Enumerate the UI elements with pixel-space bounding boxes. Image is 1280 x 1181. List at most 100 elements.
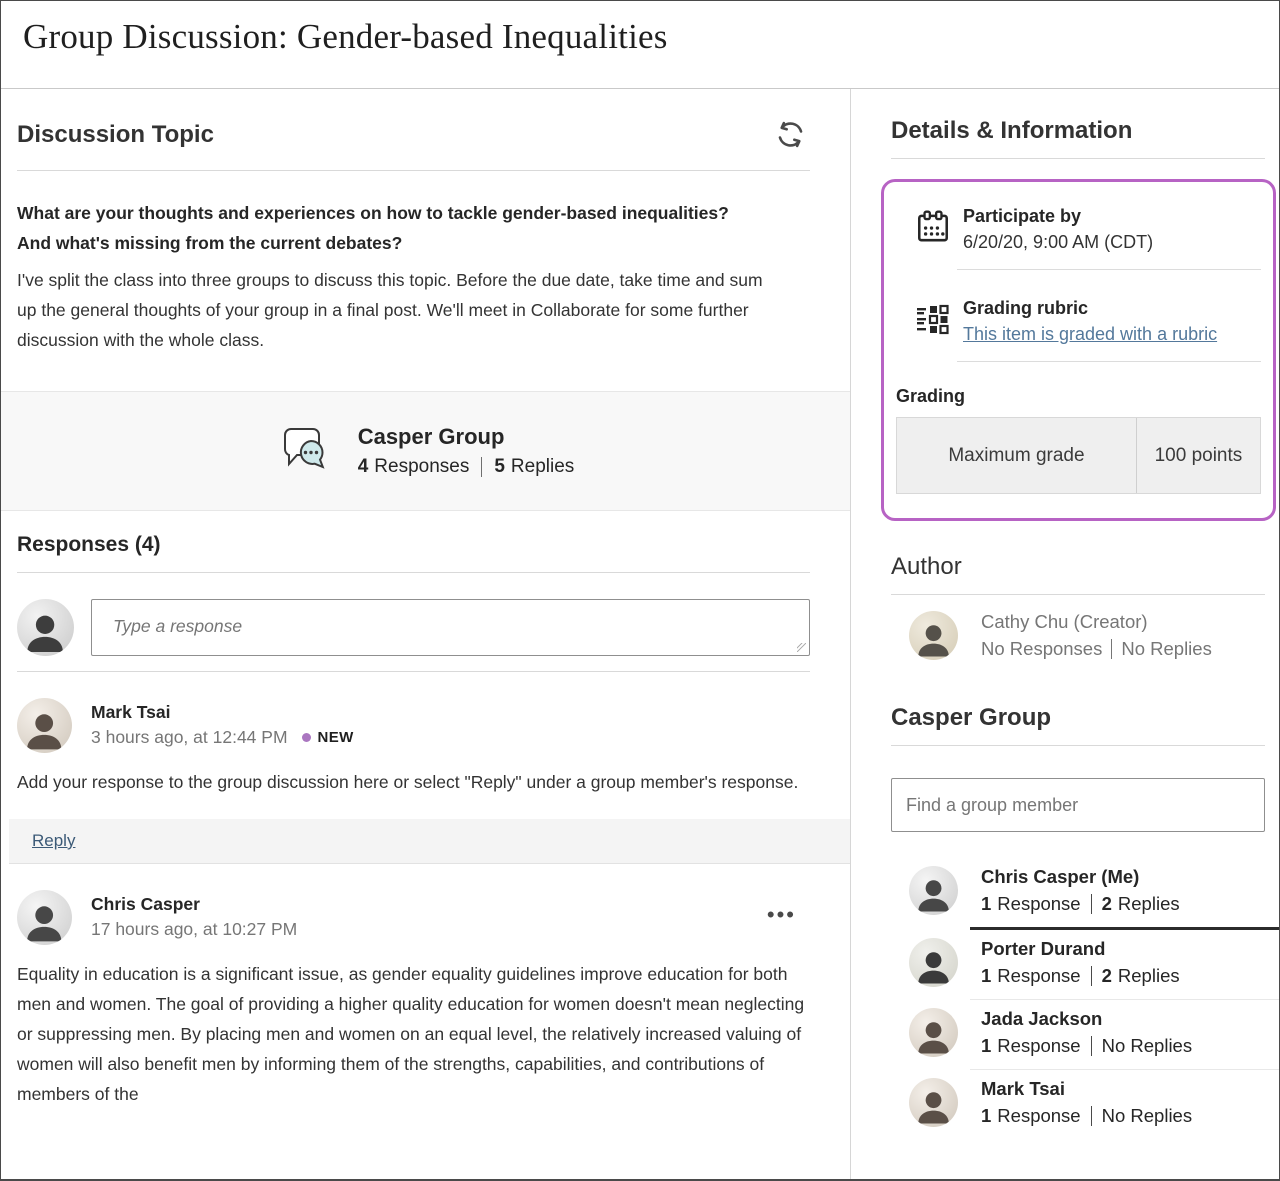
member-replies-label: Replies <box>1118 965 1180 987</box>
member-stats: 1 Response No Replies <box>981 1105 1192 1127</box>
refresh-button[interactable] <box>771 115 810 154</box>
member-stats: 1 Response No Replies <box>981 1035 1192 1057</box>
member-name: Chris Casper (Me) <box>981 866 1180 888</box>
divider <box>1091 1036 1092 1056</box>
responses-section: Responses (4) <box>1 511 850 1109</box>
post-mark-tsai: Mark Tsai 3 hours ago, at 12:44 PM NEW A… <box>17 698 810 864</box>
details-heading: Details & Information <box>891 117 1265 145</box>
member-responses-count: 1 <box>981 1035 991 1057</box>
post-chris-casper: Chris Casper 17 hours ago, at 10:27 PM •… <box>17 890 810 1109</box>
participate-by-text: Participate by 6/20/20, 9:00 AM (CDT) <box>963 206 1153 253</box>
reply-link[interactable]: Reply <box>32 831 75 851</box>
topic-body: I've split the class into three groups t… <box>17 265 779 355</box>
group-banner-text: Casper Group 4 Responses 5 Replies <box>358 424 575 478</box>
member-replies-label: No Replies <box>1102 1105 1193 1127</box>
grading-rubric-text: Grading rubric This item is graded with … <box>963 298 1217 345</box>
author-name: Cathy Chu (Creator) <box>981 611 1212 633</box>
divider <box>1111 639 1112 659</box>
member-row-mark-tsai: Mark Tsai 1 Response No Replies <box>891 1070 1265 1139</box>
page-title: Group Discussion: Gender-based Inequalit… <box>23 17 1255 57</box>
avatar-jada-jackson <box>909 1008 958 1057</box>
group-member-list: Chris Casper (Me) 1 Response 2 Replies <box>891 858 1265 1139</box>
refresh-icon <box>773 140 808 155</box>
avatar-chris-casper <box>17 890 72 945</box>
avatar-chris-casper-small <box>909 866 958 915</box>
divider <box>891 594 1265 595</box>
divider <box>17 671 810 672</box>
reply-bar: Reply <box>9 819 850 864</box>
divider <box>1091 894 1092 914</box>
rubric-link[interactable]: This item is graded with a rubric <box>963 324 1217 345</box>
divider <box>17 572 810 573</box>
member-responses-label: Response <box>997 1105 1080 1127</box>
participate-by-value: 6/20/20, 9:00 AM (CDT) <box>963 232 1153 253</box>
member-responses-label: Response <box>997 965 1080 987</box>
responses-count: 4 <box>358 456 369 478</box>
page: Group Discussion: Gender-based Inequalit… <box>0 0 1280 1181</box>
new-badge: NEW <box>318 729 354 746</box>
group-banner: Casper Group 4 Responses 5 Replies <box>1 391 850 511</box>
participate-by-row: Participate by 6/20/20, 9:00 AM (CDT) <box>884 196 1273 261</box>
replies-count: 5 <box>494 456 505 478</box>
post-timestamp: 3 hours ago, at 12:44 PM <box>91 727 288 748</box>
rubric-icon <box>914 298 954 345</box>
grading-heading: Grading <box>896 386 1273 407</box>
discussion-column: Discussion Topic What are yo <box>1 89 851 1181</box>
author-info: Cathy Chu (Creator) No Responses No Repl… <box>981 611 1212 660</box>
post-author: Chris Casper <box>91 894 738 915</box>
member-row-porter-durand: Porter Durand 1 Response 2 Replies <box>891 930 1265 999</box>
post-author: Mark Tsai <box>91 702 810 723</box>
member-responses-label: Response <box>997 1035 1080 1057</box>
find-group-member-input[interactable] <box>891 778 1265 832</box>
avatar-cathy-chu <box>909 611 958 660</box>
member-name: Mark Tsai <box>981 1078 1192 1100</box>
member-responses-label: Response <box>997 893 1080 915</box>
member-replies-label: Replies <box>1118 893 1180 915</box>
page-header: Group Discussion: Gender-based Inequalit… <box>1 1 1279 89</box>
group-members-heading: Casper Group <box>891 704 1265 732</box>
grading-rubric-label: Grading rubric <box>963 298 1217 319</box>
replies-label: Replies <box>511 456 574 478</box>
details-highlight-box: Participate by 6/20/20, 9:00 AM (CDT) <box>881 179 1276 521</box>
group-banner-stats: 4 Responses 5 Replies <box>358 456 575 478</box>
ellipsis-icon: ••• <box>767 902 796 927</box>
divider <box>1091 966 1092 986</box>
calendar-icon <box>914 206 954 253</box>
member-replies-count: 2 <box>1102 965 1112 987</box>
member-stats: 1 Response 2 Replies <box>981 965 1180 987</box>
post-options-button[interactable]: ••• <box>757 896 806 934</box>
grading-rubric-row: Grading rubric This item is graded with … <box>884 270 1273 353</box>
responses-label: Responses <box>374 456 469 478</box>
avatar-mark-tsai <box>17 698 72 753</box>
member-responses-count: 1 <box>981 965 991 987</box>
member-responses-count: 1 <box>981 1105 991 1127</box>
divider <box>957 361 1261 362</box>
new-dot-icon <box>302 733 311 742</box>
divider <box>891 158 1265 159</box>
divider <box>17 170 810 171</box>
member-responses-count: 1 <box>981 893 991 915</box>
response-composer <box>17 599 810 656</box>
group-banner-name: Casper Group <box>358 424 575 450</box>
participate-by-label: Participate by <box>963 206 1153 227</box>
details-column: Details & Information <box>851 89 1279 1181</box>
response-input[interactable] <box>91 599 810 656</box>
divider <box>1091 1106 1092 1126</box>
member-row-chris-casper: Chris Casper (Me) 1 Response 2 Replies <box>891 858 1265 927</box>
avatar-mark-tsai-small <box>909 1078 958 1127</box>
discussion-topic-heading: Discussion Topic <box>17 121 214 149</box>
member-name: Jada Jackson <box>981 1008 1192 1030</box>
max-grade-value: 100 points <box>1136 418 1260 493</box>
member-replies-label: No Replies <box>1102 1035 1193 1057</box>
topic-question: What are your thoughts and experiences o… <box>17 198 762 258</box>
author-responses: No Responses <box>981 638 1102 660</box>
post-body: Add your response to the group discussio… <box>17 767 807 797</box>
chat-bubbles-icon <box>277 421 331 482</box>
divider <box>481 457 482 477</box>
member-replies-count: 2 <box>1102 893 1112 915</box>
discussion-topic-section: Discussion Topic What are yo <box>1 89 850 355</box>
grading-table: Maximum grade 100 points <box>896 417 1261 494</box>
author-stats: No Responses No Replies <box>981 638 1212 660</box>
author-heading: Author <box>891 553 1265 581</box>
author-replies: No Replies <box>1121 638 1212 660</box>
